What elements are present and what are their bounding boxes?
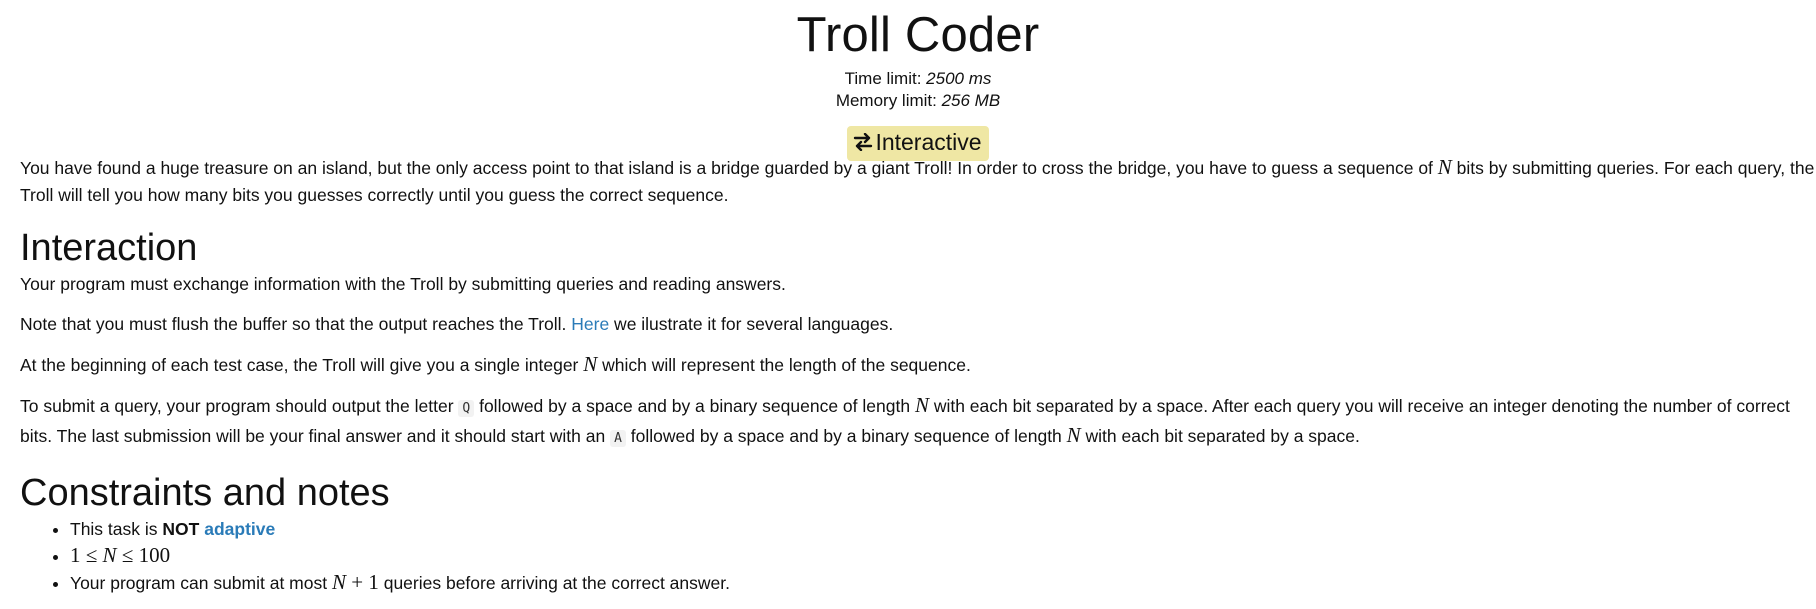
constraints-heading: Constraints and notes [20, 472, 390, 514]
interaction-p1: Your program must exchange information w… [20, 274, 786, 294]
math-n: N [583, 352, 597, 376]
time-limit-label: Time limit: [844, 69, 927, 88]
p2-text-1: Note that you must flush the buffer so t… [20, 314, 572, 334]
var-n: N [102, 543, 117, 567]
var-n: N [331, 570, 346, 594]
memory-limit-label: Memory limit: [835, 91, 942, 110]
interaction-heading: Interaction [20, 227, 198, 269]
time-limit: Time limit: 2500 ms [20, 68, 1816, 90]
intro-paragraph: You have found a huge treasure on an isl… [20, 154, 1816, 209]
math-plus: + [351, 570, 364, 594]
item1-bold: NOT [162, 519, 200, 539]
p4-text-b: followed by a space and by a binary sequ… [474, 396, 915, 416]
p4-text-e: with each bit separated by a space. [1080, 426, 1360, 446]
math-one: 1 [70, 543, 81, 567]
swap-arrows-icon [853, 126, 873, 157]
item3-text-2: queries before arriving at the correct a… [378, 573, 730, 593]
item3-text-1: Your program can submit at most [70, 573, 332, 593]
interaction-p4: To submit a query, your program should o… [20, 392, 1816, 452]
math-leq: ≤ [85, 543, 98, 567]
math-leq: ≤ [121, 543, 134, 567]
code-a: A [610, 430, 626, 447]
p3-text-1: At the beginning of each test case, the … [20, 355, 584, 375]
item1-text: This task is [70, 519, 163, 539]
constraints-list: This task is NOT adaptive 1 ≤ N ≤ 100 Yo… [20, 516, 1816, 596]
memory-limit: Memory limit: 256 MB [20, 90, 1816, 112]
p3-text-2: which will represent the length of the s… [597, 355, 971, 375]
memory-limit-value: 256 MB [941, 91, 1001, 110]
interaction-p2: Note that you must flush the buffer so t… [20, 311, 1816, 338]
list-item: This task is NOT adaptive [70, 516, 1816, 542]
problem-header: Troll Coder Time limit: 2500 ms Memory l… [20, 0, 1816, 112]
math-hundred: 100 [138, 543, 171, 567]
math-n: N [1438, 155, 1452, 179]
problem-page: Troll Coder Time limit: 2500 ms Memory l… [0, 0, 1816, 596]
intro-text-1: You have found a huge treasure on an isl… [20, 158, 1438, 178]
var-n: N [1066, 423, 1081, 447]
code-q: Q [458, 400, 475, 417]
math-n: N [915, 393, 929, 417]
math-n-plus-one: N + 1 [332, 570, 379, 594]
p4-text-a: To submit a query, your program should o… [20, 396, 459, 416]
math-n: N [1067, 423, 1081, 447]
var-n: N [583, 352, 598, 376]
list-item: Your program can submit at most N + 1 qu… [70, 569, 1816, 596]
adaptive-link[interactable]: adaptive [204, 519, 275, 539]
badge-label: Interactive [875, 129, 982, 155]
var-n: N [1437, 155, 1452, 179]
page-title: Troll Coder [796, 8, 1040, 62]
var-n: N [914, 393, 929, 417]
p4-text-d: followed by a space and by a binary sequ… [625, 426, 1067, 446]
limits-block: Time limit: 2500 ms Memory limit: 256 MB [20, 68, 1816, 112]
interaction-p3: At the beginning of each test case, the … [20, 351, 1816, 379]
list-item: 1 ≤ N ≤ 100 [70, 542, 1816, 569]
math-range: 1 ≤ N ≤ 100 [70, 543, 170, 567]
math-one: 1 [368, 570, 379, 594]
p2-text-2: we ilustrate it for several languages. [609, 314, 894, 334]
time-limit-value: 2500 ms [926, 69, 992, 88]
here-link[interactable]: Here [571, 314, 609, 334]
